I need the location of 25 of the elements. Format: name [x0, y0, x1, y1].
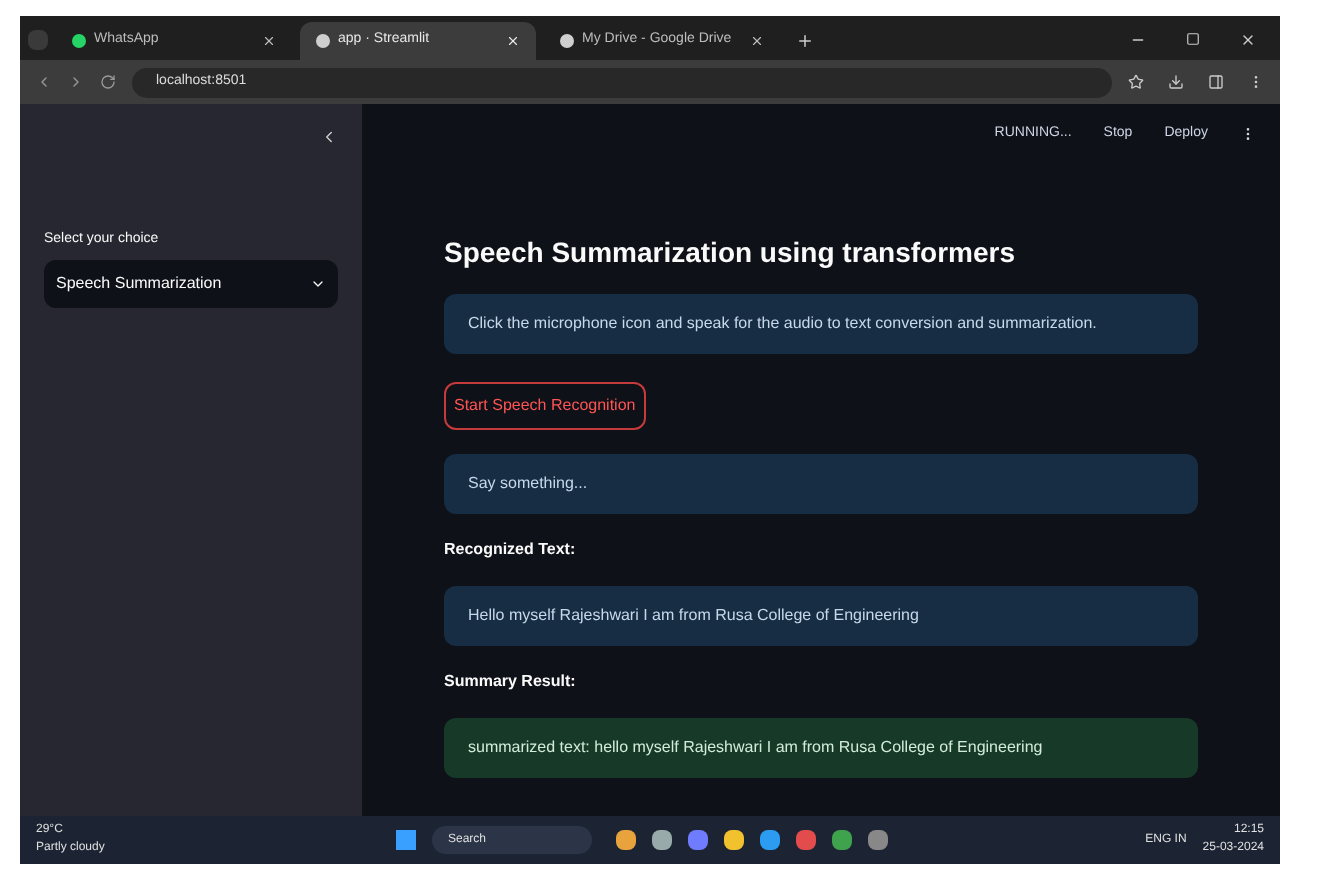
bookmark-icon[interactable]: [1128, 74, 1144, 90]
section-label: Recognized Text:: [444, 537, 578, 561]
start-recognition-button[interactable]: Start Speech Recognition: [444, 381, 646, 429]
success-message: summarized text: hello myself Rajeshwari I am from Rusa College of Engineering: [444, 717, 1198, 777]
start-icon[interactable]: [396, 830, 416, 850]
choice-select[interactable]: Speech Summarization: [44, 259, 338, 307]
collapse-icon[interactable]: [320, 128, 338, 146]
side-panel-icon[interactable]: [1208, 74, 1224, 90]
info-message: Click the microphone icon and speak for the audio to text conversion and summarization.: [444, 293, 1198, 353]
tab-favicon-icon: [72, 34, 86, 48]
tab-favicon-icon: [316, 34, 330, 48]
forward-icon[interactable]: [68, 74, 84, 90]
close-tab-icon[interactable]: [262, 34, 276, 48]
info-message: Hello myself Rajeshwari I am from Rusa College of Engineering: [444, 585, 1198, 645]
maximize-icon[interactable]: [1186, 32, 1200, 46]
new-tab-icon[interactable]: [796, 32, 814, 50]
back-icon[interactable]: [36, 74, 52, 90]
tab-favicon-icon: [560, 34, 574, 48]
info-message: Say something...: [444, 453, 1198, 513]
close-icon[interactable]: [1240, 32, 1256, 48]
reload-icon[interactable]: [100, 74, 116, 90]
page-title: Speech Summarization using transformers: [444, 233, 1018, 272]
download-icon[interactable]: [1168, 74, 1184, 90]
section-label: Summary Result:: [444, 669, 578, 693]
close-tab-icon[interactable]: [750, 34, 764, 48]
